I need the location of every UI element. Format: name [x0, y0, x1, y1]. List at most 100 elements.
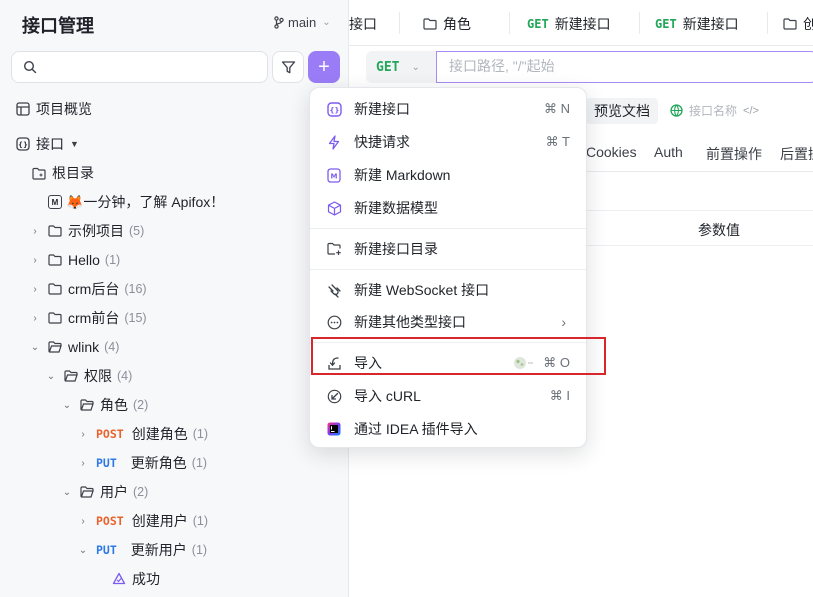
folder-open-icon [80, 399, 94, 411]
menu-item-import-idea[interactable]: 通过 IDEA 插件导入 [310, 414, 586, 444]
method-badge: POST [96, 514, 124, 528]
tree-label: 角色 [100, 397, 128, 413]
url-input[interactable]: 接口路径, "/"起始 [436, 51, 813, 83]
tree-folder-expanded[interactable]: ⌄ 权限 (4) [44, 365, 132, 387]
filter-icon [281, 60, 296, 75]
chevron-down-icon: ⌄ [46, 370, 56, 382]
nav-label: 项目概览 [36, 101, 92, 117]
tab-label: 角色 [443, 16, 471, 32]
tree-count: (15) [124, 311, 147, 325]
method-badge: GET [527, 17, 549, 31]
example-icon [112, 572, 126, 586]
search-input[interactable] [11, 51, 268, 83]
tab-label: 接口 [349, 16, 377, 32]
tree-label: 创建用户 [131, 513, 188, 529]
tab-label: 创 [803, 16, 813, 32]
tree-root[interactable]: 根目录 [32, 162, 94, 184]
folder-open-icon [64, 370, 78, 382]
tree-api-item-expanded[interactable]: ⌄ PUT 更新用户 (1) [76, 539, 207, 561]
tab-role[interactable]: 角色 [423, 14, 471, 34]
tab-separator [399, 12, 400, 34]
chevron-down-icon: ⌄ [62, 399, 72, 411]
tab-new-api[interactable]: GET 新建接口 [527, 14, 611, 34]
folder-open-icon [80, 486, 94, 498]
method-badge: GET [655, 17, 677, 31]
tree-folder-expanded[interactable]: ⌄ 用户 (2) [60, 481, 148, 503]
tab-cookies[interactable]: Cookies [586, 144, 637, 160]
menu-item-new-api[interactable]: {} 新建接口 ⌘ N [310, 94, 586, 124]
branch-icon [274, 16, 284, 29]
chevron-right-icon: › [81, 515, 85, 527]
menu-item-new-data-model[interactable]: 新建数据模型 [310, 193, 586, 223]
folder-root-icon [32, 167, 46, 180]
chevron-right-icon: › [33, 312, 37, 324]
tree-folder[interactable]: › Hello (1) [28, 249, 120, 271]
chevron-right-icon: › [81, 428, 85, 440]
tab-label: 新建接口 [554, 16, 611, 32]
menu-divider [310, 269, 586, 270]
tree-label: 🦊一分钟，了解 Apifox！ [66, 194, 225, 210]
tree-example-item[interactable]: 成功 [112, 568, 160, 590]
tree-count: (1) [104, 253, 121, 267]
folder-icon [48, 225, 62, 237]
chevron-down-icon: ⌄ [30, 341, 40, 353]
tab-api[interactable]: 接口 [349, 14, 377, 34]
tree-count: (5) [129, 224, 145, 238]
tree-folder-expanded[interactable]: ⌄ wlink (4) [28, 336, 120, 358]
menu-item-new-websocket[interactable]: 新建 WebSocket 接口 [310, 275, 586, 305]
url-placeholder: 接口路径, "/"起始 [449, 58, 555, 74]
tree-folder-expanded[interactable]: ⌄ 角色 (2) [60, 394, 148, 416]
tab-pre-ops[interactable]: 前置操作 [706, 144, 762, 164]
folder-add-icon [326, 241, 342, 257]
page-title: 接口管理 [22, 16, 94, 36]
tree-api-item[interactable]: › POST 创建用户 (1) [76, 510, 208, 532]
shortcut-label: ⌘ T [545, 134, 570, 149]
tree-folder[interactable]: › crm后台 (16) [28, 278, 147, 300]
tab-label: 新建接口 [682, 16, 739, 32]
menu-item-label: 新建其他类型接口 [354, 314, 466, 330]
branch-selector[interactable]: main ⌄ [274, 15, 331, 30]
caret-down-icon: ▼ [70, 139, 79, 149]
chevron-down-icon: ⌄ [78, 544, 88, 556]
tab-partial[interactable]: 创 [783, 14, 813, 34]
code-icon: </> [743, 104, 759, 117]
method-badge: PUT [96, 543, 117, 557]
tree-api-item[interactable]: › PUT 更新角色 (1) [76, 452, 207, 474]
tree-count: (16) [124, 282, 147, 296]
tree-doc-item[interactable]: M 🦊一分钟，了解 Apifox！ [48, 191, 224, 213]
menu-item-label: 通过 IDEA 插件导入 [354, 421, 478, 437]
nav-item-apis[interactable]: {} 接口 ▼ [16, 134, 79, 154]
menu-item-label: 导入 cURL [354, 388, 421, 404]
tree-label: 示例项目 [68, 223, 124, 239]
menu-item-import-curl[interactable]: 导入 cURL ⌘ I [310, 381, 586, 411]
preview-doc-button[interactable]: 预览文档 [586, 98, 658, 124]
svg-text:{}: {} [18, 141, 28, 149]
svg-text:{}: {} [329, 106, 339, 114]
tree-count: (1) [192, 514, 208, 528]
tree-folder[interactable]: › 示例项目 (5) [28, 220, 144, 242]
add-button[interactable]: + [308, 51, 340, 83]
menu-item-new-other[interactable]: 新建其他类型接口 › [310, 307, 586, 337]
folder-icon [423, 18, 437, 30]
tab-auth[interactable]: Auth [654, 144, 683, 160]
nav-item-overview[interactable]: 项目概览 [16, 99, 92, 119]
filter-button[interactable] [272, 51, 304, 83]
param-value-header: 参数值 [698, 222, 740, 238]
idea-icon [326, 421, 342, 437]
more-icon [326, 314, 342, 330]
menu-item-new-folder[interactable]: 新建接口目录 [310, 234, 586, 264]
tree-folder[interactable]: › crm前台 (15) [28, 307, 147, 329]
chevron-right-icon: › [81, 457, 85, 469]
api-name-field[interactable]: 接口名称 </> [670, 102, 759, 119]
tab-new-api[interactable]: GET 新建接口 [655, 14, 739, 34]
tree-label: wlink [68, 339, 100, 355]
tree-api-item[interactable]: › POST 创建角色 (1) [76, 423, 208, 445]
tab-post-ops[interactable]: 后置操 [780, 144, 813, 164]
name-placeholder: 接口名称 [689, 104, 738, 118]
menu-item-label: 新建 Markdown [354, 167, 451, 183]
folder-icon [48, 283, 62, 295]
method-select[interactable]: GET ⌄ [366, 51, 436, 83]
menu-item-quick-request[interactable]: 快捷请求 ⌘ T [310, 127, 586, 157]
menu-item-new-markdown[interactable]: M 新建 Markdown [310, 160, 586, 190]
tree-label: Hello [68, 252, 100, 268]
